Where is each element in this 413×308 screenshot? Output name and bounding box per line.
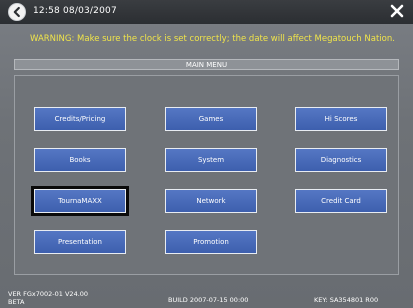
version-info: VER FGx7002-01 V24.00 BETA — [8, 290, 88, 306]
main-menu-title: MAIN MENU — [14, 59, 399, 70]
books-button[interactable]: Books — [34, 148, 126, 172]
warning-message: WARNING: Make sure the clock is set corr… — [30, 34, 395, 44]
version-text: VER FGx7002-01 V24.00 — [8, 290, 89, 298]
key-info: KEY: SA354801 R00 — [314, 296, 379, 304]
back-button[interactable] — [8, 3, 26, 21]
tournamaxx-button[interactable]: TournaMAXX — [31, 186, 129, 216]
hi-scores-button[interactable]: Hi Scores — [295, 107, 387, 131]
back-arrow-icon — [13, 6, 20, 18]
credit-card-button[interactable]: Credit Card — [295, 189, 387, 213]
system-button[interactable]: System — [165, 148, 257, 172]
promotion-button[interactable]: Promotion — [165, 230, 257, 254]
network-button[interactable]: Network — [165, 189, 257, 213]
main-menu-screen: 12:58 08/03/2007 WARNING: Make sure the … — [0, 0, 413, 308]
presentation-button[interactable]: Presentation — [34, 230, 126, 254]
menu-panel: Credits/Pricing Games Hi Scores Books Sy… — [14, 75, 399, 275]
games-button[interactable]: Games — [165, 107, 257, 131]
clock-display: 12:58 08/03/2007 — [33, 6, 117, 16]
close-icon[interactable] — [390, 4, 404, 18]
build-info: BUILD 2007-07-15 00:00 — [168, 296, 249, 304]
credits-pricing-button[interactable]: Credits/Pricing — [34, 107, 126, 131]
beta-label: BETA — [8, 298, 25, 306]
diagnostics-button[interactable]: Diagnostics — [295, 148, 387, 172]
top-bar: 12:58 08/03/2007 — [0, 0, 413, 24]
